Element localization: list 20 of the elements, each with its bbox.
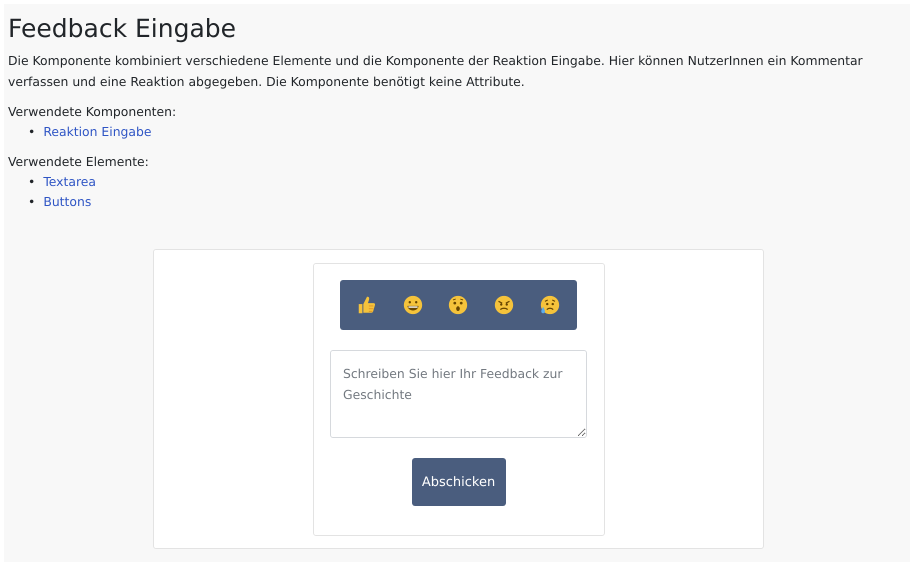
angry-face-icon bbox=[493, 294, 516, 316]
reaction-button[interactable] bbox=[493, 294, 516, 316]
bullet: • bbox=[28, 193, 36, 211]
section-heading: Verwendete Elemente: bbox=[8, 153, 150, 171]
bullet: • bbox=[28, 173, 36, 191]
feedback-textarea[interactable]: Schreiben Sie hier Ihr Feedback zur Geschichte bbox=[330, 350, 587, 438]
reaction-button[interactable] bbox=[539, 294, 562, 316]
grinning-face-icon bbox=[402, 294, 424, 316]
section-heading: Verwendete Komponenten: bbox=[8, 103, 178, 121]
reaction-button[interactable] bbox=[402, 294, 424, 316]
page-title: Feedback Eingabe bbox=[8, 14, 238, 44]
description: Die Komponente kombiniert verschiedene Elemente und die Komponente der Reaktion Eingabe. Hier können NutzerInnen ein Kommentar verfassen und eine Reaktion abgegeben. Die Komponente benötigt keine Attribute. bbox=[8, 52, 864, 91]
link[interactable]: Buttons bbox=[43, 192, 92, 212]
bullet: • bbox=[28, 123, 36, 141]
crying-face-icon bbox=[539, 294, 562, 316]
link[interactable]: Reaktion Eingabe bbox=[43, 122, 152, 142]
submit-button[interactable]: Abschicken bbox=[412, 458, 506, 506]
link[interactable]: Textarea bbox=[43, 172, 96, 192]
reaction-button[interactable] bbox=[447, 294, 470, 316]
surprised-face-icon bbox=[447, 294, 470, 316]
